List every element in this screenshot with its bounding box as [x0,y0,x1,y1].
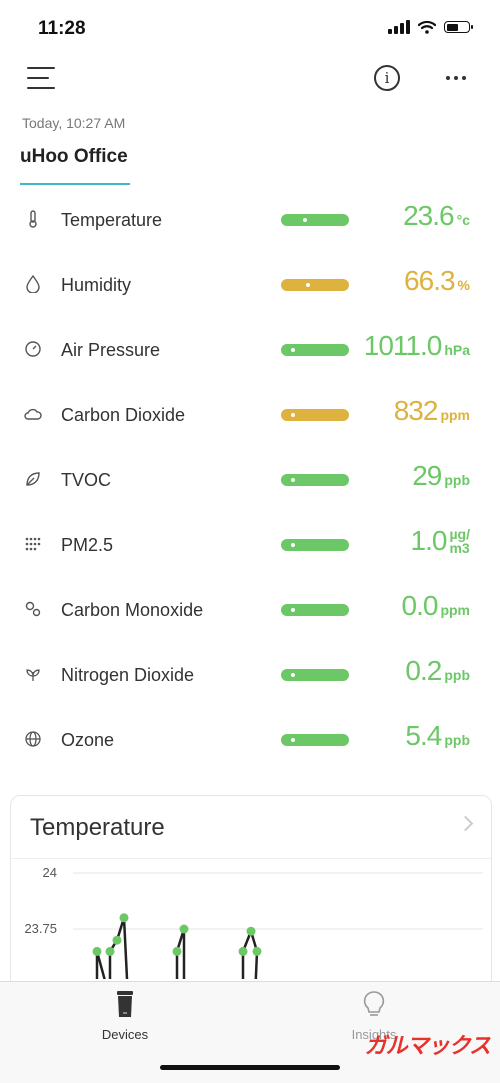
molecule-icon [24,600,42,618]
wifi-icon [418,20,436,34]
metric-unit: % [457,277,470,293]
plant-icon [24,665,42,683]
metric-value: 66.3% [404,265,470,297]
metric-label: Air Pressure [61,340,161,360]
chart-tick-label: 24 [43,865,57,880]
metric-value: 1.0 µg/m3 [411,525,470,557]
metric-row-tvoc[interactable]: TVOC 29 ppb [0,448,500,513]
metric-value: 29 ppb [412,460,470,492]
metric-unit: °c [456,212,470,228]
temperature-chart: 24 23.75 [24,865,483,979]
more-options-icon[interactable] [446,76,466,80]
metric-label: Nitrogen Dioxide [61,665,195,685]
metric-row-air-pressure[interactable]: Air Pressure 1011.0 hPa [0,318,500,383]
info-icon[interactable]: i [374,65,400,91]
tab-devices-label: Devices [101,1027,149,1042]
metric-status-bar [281,409,349,421]
metric-number: 23.6 [403,200,454,231]
signal-icon [388,20,410,34]
metric-row-ozone[interactable]: Ozone 5.4 ppb [0,708,500,773]
battery-icon [444,21,473,33]
metric-status-bar [281,344,349,356]
thermometer-icon [24,210,42,228]
home-indicator[interactable] [160,1065,340,1070]
tab-underline [20,183,130,185]
metric-value: 1011.0 hPa [364,330,470,362]
metric-number: 0.0 [401,590,439,621]
chart-point [172,946,182,956]
metric-label: Humidity [61,275,132,295]
metric-status-bar [281,604,349,616]
metric-unit: µg/m3 [449,526,470,556]
chart-point [105,946,115,956]
metric-label: Temperature [61,210,163,230]
status-icons [388,20,473,34]
metric-unit: hPa [444,342,470,358]
metric-value: 0.2 ppb [405,655,470,687]
droplet-icon [24,275,42,293]
chart-point [252,946,262,956]
metric-number: 29 [412,460,442,491]
cloud-icon [24,405,42,423]
status-bar: 11:28 [0,0,500,60]
lightbulb-icon [363,991,385,1016]
metric-label: Ozone [61,730,115,750]
metric-unit: ppm [440,407,470,423]
metric-status-bar [281,279,349,291]
chart-point [112,935,122,945]
chart-card-title: Temperature [30,814,165,841]
tab-devices[interactable]: Devices [65,990,185,1042]
particles-icon [24,535,42,553]
metric-value: 832 ppm [394,395,470,427]
metric-label: Carbon Dioxide [61,405,186,425]
metric-label: PM2.5 [61,535,114,555]
watermark: ガルマックス [364,1033,491,1058]
metric-unit: ppb [444,472,470,488]
globe-icon [24,730,42,748]
metric-row-temperature[interactable]: Temperature 23.6 °c [0,188,500,253]
metric-number: 5.4 [405,720,442,751]
metric-status-bar [281,734,349,746]
chart-point [246,926,256,936]
chart-point [179,924,189,934]
chart-point [92,946,102,956]
metric-row-humidity[interactable]: Humidity 66.3% [0,253,500,318]
metric-value: 23.6 °c [403,200,470,232]
metric-number: 1.0 [410,525,448,556]
metric-row-nitrogen-dioxide[interactable]: Nitrogen Dioxide 0.2 ppb [0,643,500,708]
metric-unit: ppb [444,667,470,683]
metric-row-carbon-dioxide[interactable]: Carbon Dioxide 832 ppm [0,383,500,448]
metric-label: TVOC [61,470,112,490]
metric-number: 1011.0 [363,330,443,361]
metric-number: 832 [393,395,439,426]
metric-row-pm2-5[interactable]: PM2.5 1.0 µg/m3 [0,513,500,578]
metric-status-bar [281,539,349,551]
leaf-icon [24,470,42,488]
metric-status-bar [281,214,349,226]
menu-icon[interactable] [27,67,55,89]
chevron-right-icon[interactable] [457,815,474,832]
metric-number: 66.3 [404,265,455,296]
metric-number: 0.2 [405,655,442,686]
chart-tick-label: 23.75 [24,921,57,936]
chart-point [238,946,248,956]
top-bar: i [0,55,500,105]
device-icon [117,991,133,1017]
metric-label: Carbon Monoxide [61,600,204,620]
metric-unit: ppb [444,732,470,748]
last-updated-timestamp: Today, 10:27 AM [22,115,126,131]
metric-value: 0.0 ppm [402,590,471,622]
metric-value: 5.4 ppb [405,720,470,752]
device-tab[interactable]: uHoo Office [20,146,128,168]
chart-point [119,913,129,923]
metric-status-bar [281,474,349,486]
metric-status-bar [281,669,349,681]
gauge-icon [24,340,42,358]
metric-row-carbon-monoxide[interactable]: Carbon Monoxide 0.0 ppm [0,578,500,643]
metric-unit: ppm [440,602,470,618]
status-time: 11:28 [38,18,86,39]
